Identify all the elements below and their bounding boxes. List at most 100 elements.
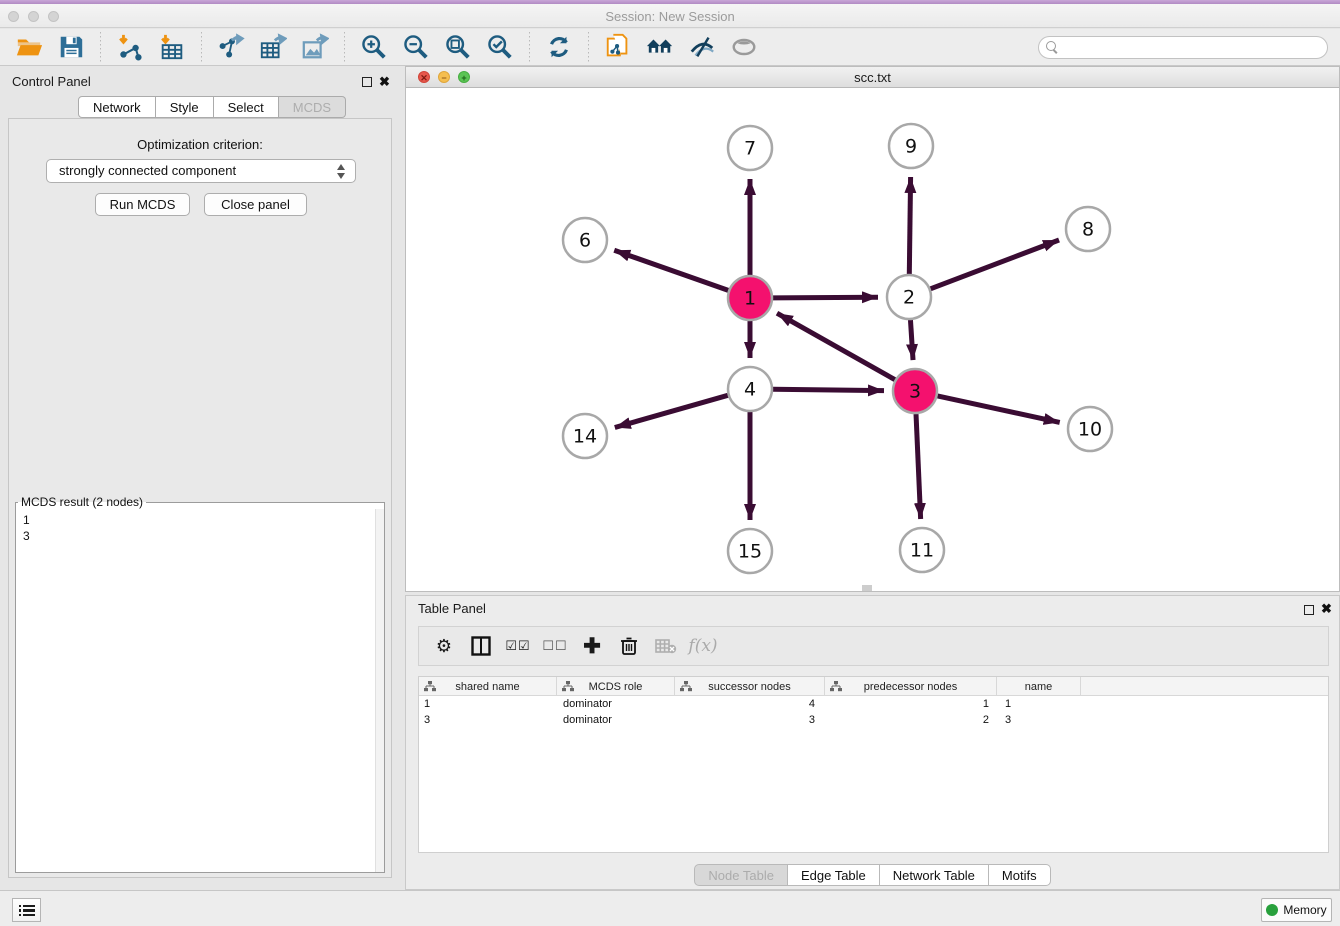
close-panel-icon[interactable]: ✖ <box>379 74 390 90</box>
delete-icon[interactable] <box>616 633 642 659</box>
table-row[interactable]: 3dominator323 <box>419 712 1328 728</box>
add-column-icon[interactable]: ✚ <box>579 633 605 659</box>
mcds-panel: Optimization criterion: strongly connect… <box>8 118 392 878</box>
network-window-titlebar[interactable]: ✕ − + scc.txt <box>406 67 1339 88</box>
graph-node-7[interactable]: 7 <box>728 126 772 170</box>
tab-style[interactable]: Style <box>156 96 214 118</box>
graph-edge-3-11[interactable] <box>916 414 921 519</box>
zoom-fit-icon[interactable] <box>443 32 473 62</box>
graph-edge-4-3[interactable] <box>773 389 884 390</box>
table-cell[interactable]: 1 <box>825 696 997 712</box>
table-cell[interactable]: 1 <box>997 696 1081 712</box>
graph-edge-2-9[interactable] <box>909 177 910 274</box>
mcds-result-title: MCDS result (2 nodes) <box>18 495 146 509</box>
float-table-panel-icon[interactable] <box>1304 605 1314 615</box>
float-panel-icon[interactable] <box>362 77 372 87</box>
show-details-icon[interactable] <box>729 32 759 62</box>
column-layout-icon[interactable] <box>468 633 494 659</box>
splitter-grip[interactable] <box>862 585 872 591</box>
column-header-MCDS-role[interactable]: MCDS role <box>557 677 675 696</box>
close-table-panel-icon[interactable]: ✖ <box>1321 601 1332 617</box>
graph-edge-3-10[interactable] <box>937 396 1059 423</box>
export-image-icon[interactable] <box>300 32 330 62</box>
table-cell[interactable]: dominator <box>557 696 675 712</box>
column-header-shared-name[interactable]: shared name <box>419 677 557 696</box>
graph-edge-1-2[interactable] <box>773 297 878 298</box>
mcds-result-item: 1 <box>23 512 384 528</box>
import-table-icon[interactable] <box>157 32 187 62</box>
tab-mcds[interactable]: MCDS <box>279 96 346 118</box>
table-cell[interactable]: 3 <box>419 712 557 728</box>
graph-node-9[interactable]: 9 <box>889 124 933 168</box>
status-bar: Memory <box>0 890 1340 926</box>
graph-node-4[interactable]: 4 <box>728 367 772 411</box>
delete-table-icon[interactable] <box>653 633 679 659</box>
hide-details-icon[interactable] <box>687 32 717 62</box>
close-panel-button[interactable]: Close panel <box>204 193 307 216</box>
function-builder-icon[interactable]: f(x) <box>690 633 716 659</box>
mcds-result-list[interactable]: 13 <box>16 509 384 544</box>
node-table[interactable]: shared nameMCDS rolesuccessor nodesprede… <box>418 676 1329 853</box>
zoom-selected-icon[interactable] <box>485 32 515 62</box>
toolbar-separator <box>201 32 202 62</box>
table-row[interactable]: 1dominator411 <box>419 696 1328 712</box>
graph-node-2[interactable]: 2 <box>887 275 931 319</box>
graph-node-3[interactable]: 3 <box>893 369 937 413</box>
graph-node-6[interactable]: 6 <box>563 218 607 262</box>
run-mcds-button[interactable]: Run MCDS <box>95 193 190 216</box>
layout-homes-icon[interactable] <box>645 32 675 62</box>
graph-node-1[interactable]: 1 <box>728 276 772 320</box>
save-icon[interactable] <box>56 32 86 62</box>
task-history-button[interactable] <box>12 898 41 922</box>
toolbar-separator <box>588 32 589 62</box>
gear-icon[interactable]: ⚙ <box>431 633 457 659</box>
zoom-out-icon[interactable] <box>401 32 431 62</box>
export-table-icon[interactable] <box>258 32 288 62</box>
column-header-predecessor-nodes[interactable]: predecessor nodes <box>825 677 997 696</box>
graph-edge-2-8[interactable] <box>931 240 1060 289</box>
graph-node-11[interactable]: 11 <box>900 528 944 572</box>
titlebar: Session: New Session <box>0 4 1340 28</box>
import-network-icon[interactable] <box>115 32 145 62</box>
criterion-select[interactable]: strongly connected component <box>46 159 356 183</box>
table-cell[interactable]: 3 <box>675 712 825 728</box>
table-header-row: shared nameMCDS rolesuccessor nodesprede… <box>419 677 1328 696</box>
hierarchy-icon <box>680 681 692 692</box>
tab-network-table[interactable]: Network Table <box>880 864 989 886</box>
table-toolbar: ⚙ ☑☑ ☐☐ ✚ f(x) <box>418 626 1329 666</box>
network-canvas[interactable]: 1 2 3 4 6 7 8 9 10 11 14 15 <box>406 88 1339 592</box>
graph-node-8[interactable]: 8 <box>1066 207 1110 251</box>
graph-node-10[interactable]: 10 <box>1068 407 1112 451</box>
graph-edge-1-6[interactable] <box>614 250 728 290</box>
column-header-name[interactable]: name <box>997 677 1081 696</box>
table-cell[interactable]: 2 <box>825 712 997 728</box>
graph-node-14[interactable]: 14 <box>563 414 607 458</box>
graph-edge-2-3[interactable] <box>910 320 913 360</box>
network-window-title: scc.txt <box>406 70 1339 85</box>
tab-select[interactable]: Select <box>214 96 279 118</box>
table-cell[interactable]: 3 <box>997 712 1081 728</box>
tab-node-table[interactable]: Node Table <box>694 864 788 886</box>
memory-button[interactable]: Memory <box>1261 898 1332 922</box>
open-file-icon[interactable] <box>14 32 44 62</box>
result-scrollbar[interactable] <box>375 509 384 872</box>
graph-edge-4-14[interactable] <box>615 395 728 427</box>
svg-text:14: 14 <box>573 426 597 448</box>
graph-edge-3-1[interactable] <box>777 313 895 379</box>
table-cell[interactable]: 1 <box>419 696 557 712</box>
tab-motifs[interactable]: Motifs <box>989 864 1051 886</box>
table-cell[interactable]: 4 <box>675 696 825 712</box>
table-cell[interactable]: dominator <box>557 712 675 728</box>
search-input[interactable] <box>1038 36 1328 59</box>
export-network-icon[interactable] <box>216 32 246 62</box>
graph-node-15[interactable]: 15 <box>728 529 772 573</box>
refresh-icon[interactable] <box>544 32 574 62</box>
column-header-successor-nodes[interactable]: successor nodes <box>675 677 825 696</box>
window-title: Session: New Session <box>0 9 1340 24</box>
tab-network[interactable]: Network <box>78 96 156 118</box>
clone-network-icon[interactable] <box>603 32 633 62</box>
zoom-in-icon[interactable] <box>359 32 389 62</box>
tab-edge-table[interactable]: Edge Table <box>788 864 880 886</box>
deselect-all-icon[interactable]: ☐☐ <box>542 633 568 659</box>
select-all-icon[interactable]: ☑☑ <box>505 633 531 659</box>
